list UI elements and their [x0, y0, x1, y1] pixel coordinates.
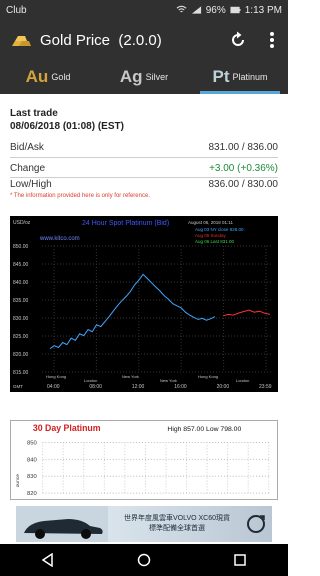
market-label: London — [236, 378, 249, 383]
disclaimer-text: * The information provided here is only … — [10, 193, 150, 199]
divider — [10, 157, 278, 158]
carrier-label: Club — [6, 4, 27, 16]
x-tick-label: 20:00 — [217, 384, 230, 390]
x-tick-label: 04:00 — [47, 384, 60, 390]
y-tick-label: 820.00 — [13, 352, 29, 358]
market-label: Hong Kong — [46, 374, 66, 379]
market-label: London — [84, 378, 97, 383]
system-nav-bar — [0, 544, 288, 576]
y-tick-label: 825.00 — [13, 334, 29, 340]
battery-icon — [230, 6, 241, 14]
y-tick-label: 815.00 — [13, 370, 29, 376]
tab-silver-symbol: Ag — [119, 67, 143, 86]
legend-item: Aug 06 Last 831.00 — [195, 239, 235, 244]
high-low-label: High 857.00 Low 798.00 — [167, 426, 241, 433]
chart-gridlines — [42, 441, 270, 494]
chart-unit: USD/oz — [13, 220, 31, 226]
tab-silver-label: Silver — [145, 72, 169, 82]
30-day-chart: 30 Day Platinum High 857.00 Low 798.00 o… — [10, 420, 278, 500]
refresh-icon — [232, 31, 244, 46]
last-trade-label: Last trade — [10, 108, 58, 119]
back-icon — [41, 553, 53, 567]
y-tick-label: 850.00 — [13, 244, 29, 250]
price-content: Last trade 08/06/2018 (01:08) (EST) Bid/… — [0, 94, 288, 504]
volvo-logo-icon — [247, 515, 265, 533]
y-axis-label: ounce — [16, 474, 21, 488]
market-label: New York — [160, 378, 177, 383]
chart-header-date: August 06, 2018 01:11 — [188, 220, 233, 225]
change-value: +3.00 (+0.36%) — [209, 163, 278, 174]
bid-ask-row: Bid/Ask 831.00 / 836.00 — [10, 142, 278, 153]
change-row: Change +3.00 (+0.36%) — [10, 163, 278, 174]
x-axis-ticks: 04:00 08:00 12:00 16:00 20:00 23:59 — [47, 384, 272, 390]
legend-item: Aug 05 Sunday — [195, 233, 227, 238]
y-tick-label: 830.00 — [13, 316, 29, 322]
home-button[interactable] — [129, 548, 159, 572]
last-trade-date: 08/06/2018 (01:08) (EST) — [10, 121, 124, 132]
x-tick-label: 16:00 — [174, 384, 187, 390]
status-bar: Club 96% 1:13 PM — [0, 0, 288, 20]
chart-gridlines — [42, 245, 272, 373]
y-tick-label: 840.00 — [13, 280, 29, 286]
tab-platinum-symbol: Pt — [212, 67, 230, 86]
divider — [10, 177, 278, 178]
signal-icon — [191, 6, 201, 14]
app-bar: Gold Price (2.0.0) — [0, 20, 288, 60]
y-axis-ticks: 850 840 830 820 — [27, 440, 38, 497]
tab-platinum[interactable]: Pt Platinum — [192, 60, 288, 94]
tab-gold-symbol: Au — [25, 67, 49, 86]
metal-tabs: Au Gold Ag Silver Pt Platinum — [0, 60, 288, 94]
chart-site: www.kitco.com — [39, 236, 80, 242]
y-tick-label: 850 — [27, 440, 38, 446]
x-tick-label: 08:00 — [89, 384, 102, 390]
ad-banner[interactable]: 世界年度風雲車VOLVO XC60現貨 標準配備全球首選 — [0, 504, 288, 544]
30-day-title: 30 Day Platinum — [33, 423, 101, 433]
x-tick-label: 12:00 — [132, 384, 145, 390]
app-title: Gold Price (2.0.0) — [40, 31, 162, 49]
legend-item: Aug 03 NY close 828.00 — [195, 227, 244, 232]
y-tick-label: 845.00 — [13, 262, 29, 268]
bid-ask-label: Bid/Ask — [10, 142, 44, 153]
home-icon — [137, 553, 151, 567]
y-axis-ticks: 850.00 845.00 840.00 835.00 830.00 825.00 820.… — [13, 244, 29, 376]
market-labels: Hong Kong London New York New York Hong Kong… — [46, 374, 249, 383]
series-line-blue — [49, 273, 216, 350]
car-image — [16, 506, 108, 542]
x-tick-label: 23:59 — [259, 384, 272, 390]
market-label: Hong Kong — [198, 374, 218, 379]
low-high-label: Low/High — [10, 179, 52, 190]
wifi-icon — [176, 5, 187, 13]
overflow-menu-icon — [270, 32, 274, 48]
tab-gold-label: Gold — [51, 72, 71, 82]
low-high-row: Low/High 836.00 / 830.00 — [10, 179, 278, 190]
tab-gold[interactable]: Au Gold — [0, 60, 96, 94]
refresh-button[interactable] — [224, 26, 252, 54]
ad-text: 世界年度風雲車VOLVO XC60現貨 標準配備全球首選 — [123, 515, 231, 532]
chart-title: 24 Hour Spot Platinum (Bid) — [82, 220, 169, 227]
tab-platinum-label: Platinum — [232, 72, 268, 82]
overflow-menu-button[interactable] — [264, 26, 280, 54]
y-tick-label: 840 — [27, 457, 38, 463]
recents-button[interactable] — [225, 548, 255, 572]
series-line-red — [222, 309, 271, 317]
gold-bars-icon — [12, 36, 31, 46]
tab-silver[interactable]: Ag Silver — [96, 60, 192, 94]
y-tick-label: 820 — [27, 491, 38, 497]
change-label: Change — [10, 163, 46, 174]
clock: 1:13 PM — [244, 4, 282, 16]
y-tick-label: 830 — [27, 474, 38, 480]
back-button[interactable] — [33, 548, 63, 572]
bid-ask-value: 831.00 / 836.00 — [208, 142, 278, 153]
gmt-label: GMT — [13, 384, 23, 389]
market-label: New York — [122, 374, 139, 379]
battery-percent: 96% — [205, 4, 226, 16]
ad-content[interactable]: 世界年度風雲車VOLVO XC60現貨 標準配備全球首選 — [16, 506, 272, 542]
low-high-value: 836.00 / 830.00 — [208, 179, 278, 190]
24-hour-spot-chart: USD/oz 24 Hour Spot Platinum (Bid) Augus… — [10, 216, 278, 392]
recents-icon — [234, 554, 246, 566]
y-tick-label: 835.00 — [13, 298, 29, 304]
